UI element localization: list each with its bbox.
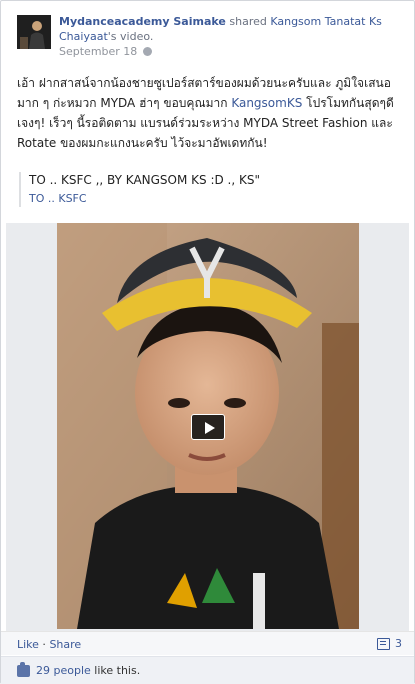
post-message: เอ้า ฝากสาสน์จากน้องชายซูเปอร์สตาร์ของผม…	[17, 73, 402, 153]
feed-story: Mydanceacademy Saimake shared Kangsom Ta…	[0, 0, 415, 684]
like-link[interactable]: Like	[17, 638, 39, 651]
share-action-text: shared	[225, 15, 271, 28]
likes-summary: 29 people like this.	[17, 661, 140, 677]
likes-bar: 29 people like this.	[1, 656, 414, 684]
thumbs-up-icon	[17, 661, 30, 677]
comment-icon	[377, 637, 390, 650]
story-header: Mydanceacademy Saimake shared Kangsom Ta…	[59, 14, 404, 44]
action-separator: ·	[38, 638, 50, 651]
comment-count-button[interactable]: 3	[377, 637, 402, 650]
action-links: Like · Share	[17, 638, 81, 651]
story-actions: Like · Share 3	[1, 631, 414, 655]
shared-video-attachment: TO .. KSFC ,, BY KANGSOM KS :D ., KS" TO…	[19, 172, 399, 207]
author-avatar[interactable]	[17, 15, 51, 49]
globe-icon	[143, 47, 153, 56]
shared-video-source-link[interactable]: TO .. KSFC	[29, 191, 399, 207]
likes-count-link[interactable]: 29 people	[36, 664, 91, 677]
mention-link[interactable]: KangsomKS	[231, 96, 302, 110]
post-date-link[interactable]: September 18	[59, 45, 137, 58]
likes-suffix: like this.	[90, 664, 141, 677]
share-link[interactable]: Share	[49, 638, 81, 651]
play-icon[interactable]	[191, 414, 225, 440]
comment-count-value: 3	[395, 637, 402, 650]
likes-text: 29 people like this.	[36, 664, 140, 677]
shared-video-title: TO .. KSFC ,, BY KANGSOM KS :D ., KS"	[29, 173, 260, 187]
author-name-link[interactable]: Mydanceacademy Saimake	[59, 15, 226, 28]
shared-suffix: 's video.	[107, 30, 154, 43]
story-meta: September 18	[59, 45, 153, 58]
video-player[interactable]	[6, 223, 409, 631]
